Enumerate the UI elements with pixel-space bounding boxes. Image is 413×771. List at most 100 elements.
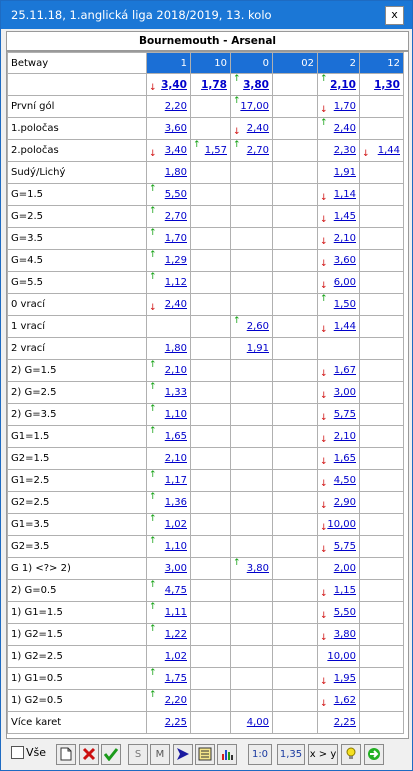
odds-value[interactable]: 2,10: [165, 453, 187, 464]
odds-value[interactable]: 2,20: [165, 101, 187, 112]
odds-cell[interactable]: ↓ 10,00: [317, 513, 360, 536]
odds-value[interactable]: 1,29: [165, 255, 187, 266]
new-document-button[interactable]: [56, 744, 76, 765]
odds-cell[interactable]: ↓ 2,40: [230, 117, 273, 140]
odds-cell[interactable]: 2,10: [146, 447, 191, 470]
odds-value[interactable]: 1,22: [165, 629, 187, 640]
odds-value[interactable]: 3,40: [161, 79, 187, 91]
odds-value[interactable]: 2,10: [330, 79, 356, 91]
odds-cell[interactable]: 1,80: [146, 337, 191, 360]
odds-value[interactable]: 4,00: [247, 717, 269, 728]
odds-cell[interactable]: ↓ 1,62: [317, 689, 360, 712]
odds-value[interactable]: 3,80: [243, 79, 269, 91]
odds-cell[interactable]: ↓ 2,40: [146, 293, 191, 316]
odds-cell[interactable]: 4,00: [230, 711, 273, 734]
odds-value[interactable]: 1,70: [334, 101, 356, 112]
odds-cell[interactable]: ↑ 3,80: [230, 73, 273, 96]
odds-cell[interactable]: ↑ 2,40: [317, 117, 360, 140]
odds-value[interactable]: 1,02: [165, 519, 187, 530]
odds-cell[interactable]: 2,30: [317, 139, 360, 162]
chart-button[interactable]: [217, 744, 237, 765]
odds-cell[interactable]: ↑ 1,22: [146, 623, 191, 646]
odds-cell[interactable]: ↓ 1,44: [359, 139, 404, 162]
odds-value[interactable]: 2,25: [165, 717, 187, 728]
odds-value[interactable]: 5,50: [334, 607, 356, 618]
odds-value[interactable]: 1,30: [374, 79, 400, 91]
m-button[interactable]: M: [150, 744, 170, 765]
odds-value[interactable]: 1,80: [165, 343, 187, 354]
odds-cell[interactable]: 3,60: [146, 117, 191, 140]
odds-value[interactable]: 1,11: [165, 607, 187, 618]
odds-cell[interactable]: ↓ 5,75: [317, 403, 360, 426]
odds-value[interactable]: 3,00: [334, 387, 356, 398]
odds-cell[interactable]: 2,25: [317, 711, 360, 734]
odds-value[interactable]: 1,14: [334, 189, 356, 200]
odds-value[interactable]: 1,36: [165, 497, 187, 508]
odds-cell[interactable]: ↑ 1,75: [146, 667, 191, 690]
odds-cell[interactable]: 2,00: [317, 557, 360, 580]
column-header-02[interactable]: 02: [272, 52, 318, 74]
odds-cell[interactable]: 2,20: [146, 95, 191, 118]
odds-cell[interactable]: ↑ 2,20: [146, 689, 191, 712]
odds-value[interactable]: 2,20: [165, 695, 187, 706]
odds-value[interactable]: 1,10: [165, 541, 187, 552]
hint-button[interactable]: [341, 744, 361, 765]
odds-cell[interactable]: ↑ 2,10: [317, 73, 360, 96]
odds-value[interactable]: 3,80: [334, 629, 356, 640]
odds-value[interactable]: 1,10: [165, 409, 187, 420]
odds-value[interactable]: 1,15: [334, 585, 356, 596]
odds-value[interactable]: 1,91: [247, 343, 269, 354]
odds-cell[interactable]: ↑ 1,70: [146, 227, 191, 250]
column-header-0[interactable]: 0: [230, 52, 273, 74]
odds-cell[interactable]: ↑ 1,57: [190, 139, 231, 162]
delete-button[interactable]: [79, 744, 99, 765]
odds-cell[interactable]: 1,02: [146, 645, 191, 668]
odds-value[interactable]: 1,95: [334, 673, 356, 684]
scoreboard-button[interactable]: [195, 744, 215, 765]
odds-value[interactable]: 4,50: [334, 475, 356, 486]
odds-cell[interactable]: 1,78: [190, 73, 231, 96]
odds-cell[interactable]: ↑ 1,02: [146, 513, 191, 536]
odds-value[interactable]: 2,10: [334, 431, 356, 442]
odds-value[interactable]: 17,00: [240, 101, 269, 112]
odds-value[interactable]: 1,50: [334, 299, 356, 310]
odds-cell[interactable]: 1,30: [359, 73, 404, 96]
odds-value[interactable]: 1,91: [334, 167, 356, 178]
odds-button[interactable]: 1,35: [277, 744, 305, 765]
next-button[interactable]: [364, 744, 384, 765]
odds-cell[interactable]: ↑ 3,80: [230, 557, 273, 580]
odds-value[interactable]: 2,00: [334, 563, 356, 574]
odds-value[interactable]: 1,45: [334, 211, 356, 222]
odds-cell[interactable]: ↓ 1,45: [317, 205, 360, 228]
compare-button[interactable]: x > y: [308, 744, 338, 765]
odds-cell[interactable]: ↑ 1,10: [146, 535, 191, 558]
odds-cell[interactable]: ↓ 1,14: [317, 183, 360, 206]
odds-cell[interactable]: ↓ 2,10: [317, 227, 360, 250]
odds-cell[interactable]: ↓ 1,70: [317, 95, 360, 118]
odds-cell[interactable]: ↓ 3,40: [146, 73, 191, 96]
odds-cell[interactable]: ↓ 1,95: [317, 667, 360, 690]
odds-value[interactable]: 1,70: [165, 233, 187, 244]
odds-cell[interactable]: ↑ 2,10: [146, 359, 191, 382]
column-header-12[interactable]: 12: [359, 52, 404, 74]
select-all-checkbox[interactable]: [11, 746, 24, 759]
odds-value[interactable]: 3,40: [165, 145, 187, 156]
odds-value[interactable]: 2,40: [334, 123, 356, 134]
odds-value[interactable]: 1,17: [165, 475, 187, 486]
odds-value[interactable]: 2,70: [247, 145, 269, 156]
odds-cell[interactable]: 1,80: [146, 161, 191, 184]
odds-cell[interactable]: ↓ 6,00: [317, 271, 360, 294]
odds-value[interactable]: 2,10: [334, 233, 356, 244]
odds-value[interactable]: 1,67: [334, 365, 356, 376]
odds-value[interactable]: 1,65: [334, 453, 356, 464]
column-header-2[interactable]: 2: [317, 52, 360, 74]
odds-cell[interactable]: ↓ 3,60: [317, 249, 360, 272]
odds-value[interactable]: 2,40: [247, 123, 269, 134]
odds-cell[interactable]: ↓ 3,80: [317, 623, 360, 646]
odds-cell[interactable]: 10,00: [317, 645, 360, 668]
odds-value[interactable]: 1,12: [165, 277, 187, 288]
odds-cell[interactable]: ↓ 3,40: [146, 139, 191, 162]
odds-cell[interactable]: ↑ 1,10: [146, 403, 191, 426]
score-button[interactable]: 1:0: [248, 744, 272, 765]
odds-cell[interactable]: ↓ 2,10: [317, 425, 360, 448]
